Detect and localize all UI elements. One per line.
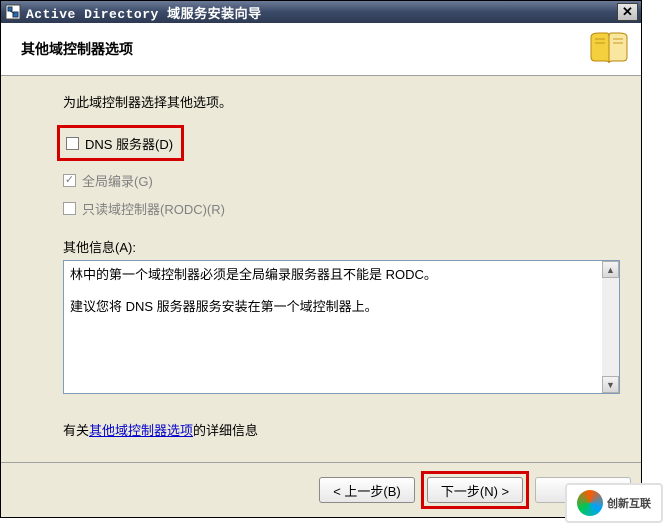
info-text: 林中的第一个域控制器必须是全局编录服务器且不能是 RODC。 建议您将 DNS … bbox=[64, 261, 602, 393]
more-info-text: 有关其他域控制器选项的详细信息 bbox=[63, 420, 607, 439]
scroll-up-icon[interactable]: ▲ bbox=[602, 261, 619, 278]
prompt-text: 为此域控制器选择其他选项。 bbox=[63, 92, 607, 111]
scroll-down-icon[interactable]: ▼ bbox=[602, 376, 619, 393]
next-button-highlight: 下一步(N) > bbox=[421, 471, 529, 509]
rodc-option-row: 只读域控制器(RODC)(R) bbox=[63, 197, 607, 219]
rodc-checkbox bbox=[63, 202, 76, 215]
info-line-1: 林中的第一个域控制器必须是全局编录服务器且不能是 RODC。 bbox=[70, 265, 596, 285]
more-info-link[interactable]: 其他域控制器选项 bbox=[89, 423, 193, 438]
book-icon bbox=[589, 29, 629, 69]
info-line-2: 建议您将 DNS 服务器服务安装在第一个域控制器上。 bbox=[70, 297, 596, 317]
next-button[interactable]: 下一步(N) > bbox=[427, 477, 523, 503]
dns-checkbox[interactable] bbox=[66, 137, 79, 150]
gc-option-row: ✓ 全局编录(G) bbox=[63, 169, 607, 191]
wizard-window: Active Directory 域服务安装向导 ✕ 其他域控制器选项 为此域控… bbox=[0, 0, 642, 518]
page-title: 其他域控制器选项 bbox=[21, 39, 589, 59]
button-bar: < 上一步(B) 下一步(N) > 取消 bbox=[1, 462, 641, 517]
more-info-prefix: 有关 bbox=[63, 423, 89, 438]
info-scrollbar[interactable]: ▲ ▼ bbox=[602, 261, 619, 393]
rodc-label: 只读域控制器(RODC)(R) bbox=[82, 199, 225, 218]
app-icon bbox=[5, 4, 21, 20]
close-icon: ✕ bbox=[622, 4, 633, 20]
window-title: Active Directory 域服务安装向导 bbox=[26, 3, 617, 22]
info-label: 其他信息(A): bbox=[63, 237, 607, 256]
titlebar: Active Directory 域服务安装向导 ✕ bbox=[1, 1, 641, 23]
dns-option-highlight: DNS 服务器(D) bbox=[57, 125, 184, 161]
info-textbox[interactable]: 林中的第一个域控制器必须是全局编录服务器且不能是 RODC。 建议您将 DNS … bbox=[63, 260, 620, 394]
wizard-header: 其他域控制器选项 bbox=[1, 23, 641, 76]
more-info-suffix: 的详细信息 bbox=[193, 423, 258, 438]
watermark-text: 创新互联 bbox=[607, 495, 651, 511]
gc-checkbox: ✓ bbox=[63, 174, 76, 187]
back-button[interactable]: < 上一步(B) bbox=[319, 477, 415, 503]
scroll-track[interactable] bbox=[602, 278, 619, 376]
watermark-logo-icon bbox=[577, 490, 603, 516]
close-button[interactable]: ✕ bbox=[617, 3, 638, 21]
gc-label: 全局编录(G) bbox=[82, 171, 153, 190]
dns-label[interactable]: DNS 服务器(D) bbox=[85, 134, 173, 153]
watermark: 创新互联 bbox=[565, 483, 663, 523]
content-area: 为此域控制器选择其他选项。 DNS 服务器(D) ✓ 全局编录(G) 只读域控制… bbox=[1, 76, 641, 439]
